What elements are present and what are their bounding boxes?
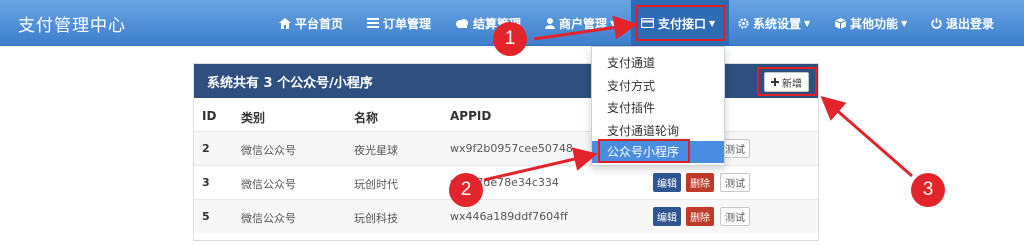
nav-logout[interactable]: 退出登录 [931, 0, 994, 46]
column-header-appid: APPID [450, 109, 492, 123]
nav-home[interactable]: 平台首页 [279, 0, 343, 46]
row-id: 3 [202, 176, 210, 189]
row-type: 微信公众号 [241, 212, 296, 225]
nav-home-label: 平台首页 [295, 16, 344, 31]
nav-orders-label: 订单管理 [383, 16, 432, 31]
row-type: 微信公众号 [241, 178, 296, 191]
nav-other[interactable]: 其他功能 ▼ [835, 0, 907, 46]
cube-icon [835, 17, 846, 29]
nav-logout-label: 退出登录 [946, 16, 995, 31]
row-name: 夜光星球 [354, 144, 398, 157]
test-button[interactable]: 测试 [720, 207, 750, 226]
annotation-highlight-add-button [757, 67, 817, 96]
delete-button[interactable]: 删除 [686, 207, 714, 226]
nav-settings[interactable]: 系统设置 ▼ [738, 0, 810, 46]
test-button[interactable]: 测试 [720, 173, 750, 192]
table-row: 5 微信公众号 玩创科技 wx446a189ddf7604ff 编辑 删除 测试 [194, 199, 818, 233]
user-icon [545, 17, 555, 29]
power-icon [931, 17, 942, 29]
screenshot-stage: 支付管理中心 平台首页 订单管理 结算管理 商户管理 ▼ 支付接口 ▼ 系统设置… [0, 0, 1024, 245]
dropdown-item-plugin[interactable]: 支付插件 [607, 99, 655, 116]
annotation-marker-3: 3 [911, 173, 945, 207]
arrow-3 [820, 96, 913, 178]
dropdown-item-channel[interactable]: 支付通道 [607, 54, 655, 71]
nav-merchant[interactable]: 商户管理 ▼ [545, 0, 616, 46]
dropdown-item-polling[interactable]: 支付通道轮询 [607, 122, 679, 139]
edit-button[interactable]: 编辑 [653, 173, 681, 192]
cloud-icon [456, 19, 468, 28]
gear-icon [738, 17, 749, 29]
row-id: 2 [202, 142, 210, 155]
column-header-type: 类别 [241, 111, 266, 125]
chevron-down-icon: ▼ [804, 18, 811, 28]
chevron-down-icon: ▼ [901, 18, 908, 28]
nav-merchant-label: 商户管理 [559, 16, 608, 31]
annotation-marker-1: 1 [493, 22, 527, 56]
annotation-highlight-nav-payment [636, 5, 725, 41]
delete-button[interactable]: 删除 [686, 173, 714, 192]
row-type: 微信公众号 [241, 144, 296, 157]
column-header-id: ID [202, 109, 217, 123]
panel-title: 系统共有 3 个公众号/小程序 [207, 76, 373, 91]
column-header-name: 名称 [354, 111, 379, 125]
row-id: 5 [202, 210, 210, 223]
nav-other-label: 其他功能 [850, 16, 899, 31]
list-icon [367, 18, 379, 28]
nav-settings-label: 系统设置 [753, 16, 802, 31]
chevron-down-icon: ▼ [610, 18, 617, 28]
home-icon [279, 17, 291, 29]
row-name: 玩创时代 [354, 178, 398, 191]
edit-button[interactable]: 编辑 [653, 207, 681, 226]
row-appid: wx9f2b0957cee50748 [450, 142, 573, 155]
row-appid: wx446a189ddf7604ff [450, 210, 568, 223]
table-row: 3 微信公众号 玩创时代 wx7f7de78e34c334 编辑 删除 测试 [194, 165, 818, 199]
dropdown-item-method[interactable]: 支付方式 [607, 77, 655, 94]
nav-orders[interactable]: 订单管理 [367, 0, 431, 46]
annotation-marker-2: 2 [449, 173, 483, 207]
annotation-highlight-dropdown-item [598, 139, 690, 163]
brand-title: 支付管理中心 [18, 16, 126, 36]
row-name: 玩创科技 [354, 212, 398, 225]
official-account-panel: 系统共有 3 个公众号/小程序 新增 ID 类别 名称 APPID 2 微信公众… [193, 63, 819, 241]
